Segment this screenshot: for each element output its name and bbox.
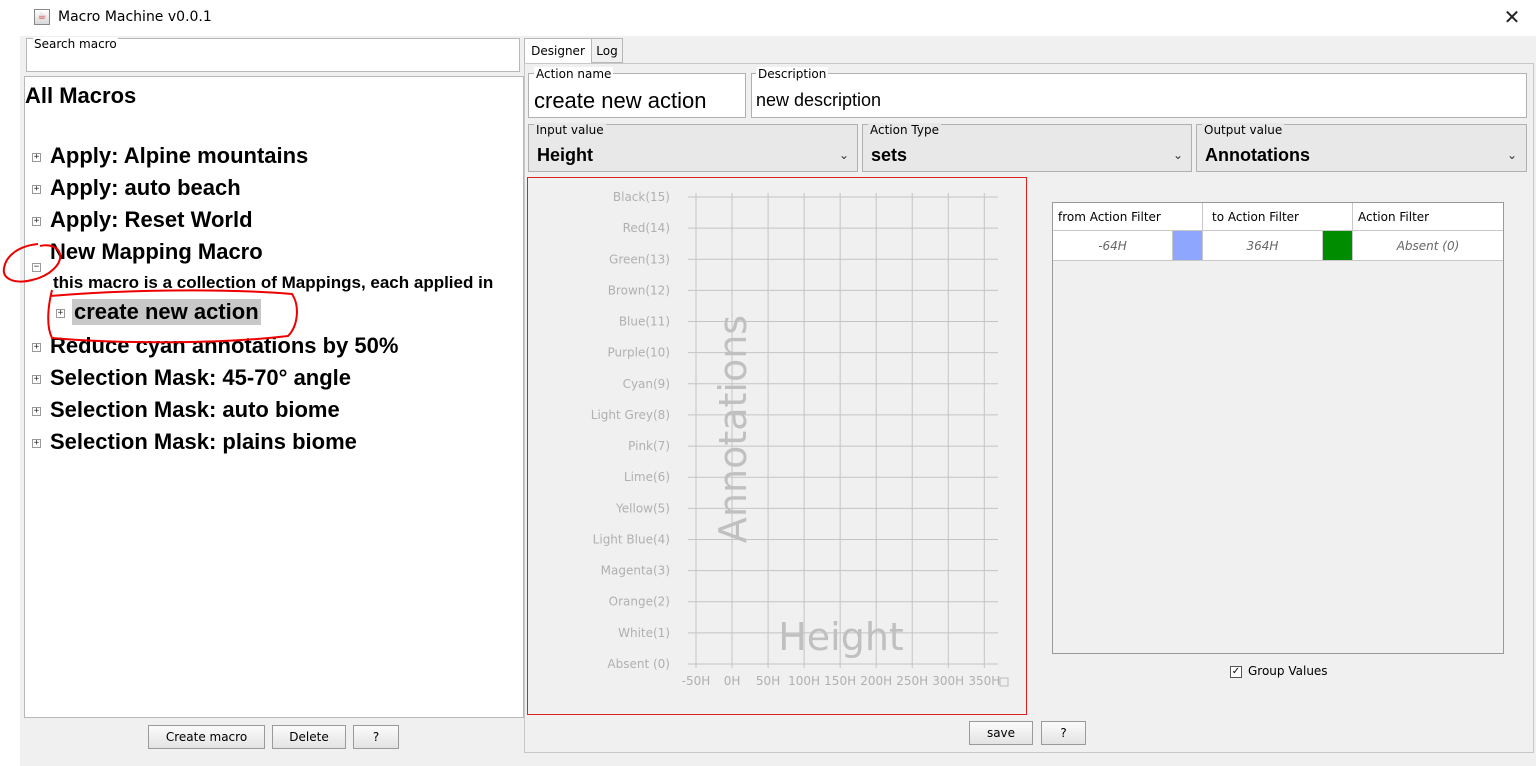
expand-plus-icon[interactable]: + — [32, 439, 41, 448]
y-tick-label: Brown(12) — [608, 283, 670, 297]
tree-item-label: New Mapping Macro — [50, 239, 263, 264]
to-color-swatch[interactable] — [1323, 231, 1353, 261]
tree-child-selected[interactable]: create new action — [72, 299, 261, 325]
action-name-label: Action name — [534, 67, 614, 81]
y-tick-label: Black(15) — [613, 190, 670, 204]
expand-plus-icon[interactable]: + — [32, 153, 41, 162]
y-tick-label: Yellow(5) — [615, 501, 670, 515]
column-header-from[interactable]: from Action Filter — [1053, 203, 1203, 231]
save-button[interactable]: save — [969, 721, 1033, 745]
y-tick-label: Blue(11) — [619, 315, 670, 329]
y-tick-label: Pink(7) — [628, 439, 670, 453]
tree-item-label: Apply: Alpine mountains — [50, 143, 309, 168]
chart-svg: Absent (0) White(1) Orange(2) Magenta(3) Lig… — [591, 190, 1009, 688]
resize-handle-icon — [999, 677, 1009, 687]
macro-description: this macro is a collection of Mappings, … — [53, 273, 494, 292]
y-tick-label: Red(14) — [623, 221, 670, 235]
expand-plus-icon[interactable]: + — [32, 343, 41, 352]
x-tick-label: 100H — [788, 674, 820, 688]
tree-item-label: Apply: Reset World — [50, 207, 253, 232]
y-tick-label: Orange(2) — [609, 595, 670, 609]
checkbox-checked-icon[interactable]: ✓ — [1230, 666, 1242, 678]
help-button[interactable]: ? — [353, 725, 399, 749]
output-value-selected: Annotations — [1205, 145, 1310, 165]
tree-item-expanded[interactable]: New Mapping Macro − this macro is a coll… — [25, 237, 523, 329]
designer-help-button[interactable]: ? — [1041, 721, 1086, 745]
tree-item-label: Reduce cyan annotations by 50% — [50, 333, 399, 358]
output-value-label: Output value — [1202, 123, 1285, 137]
column-header-to[interactable]: to Action Filter — [1203, 203, 1353, 231]
from-color-swatch[interactable] — [1173, 231, 1203, 261]
y-tick-label: Light Blue(4) — [593, 532, 670, 546]
java-app-icon: ☕ — [34, 9, 50, 25]
window-title: Macro Machine v0.0.1 — [58, 9, 212, 25]
x-tick-label: 250H — [896, 674, 928, 688]
cell-to-value[interactable]: 364H — [1203, 231, 1323, 261]
tree-item-label: Selection Mask: plains biome — [50, 429, 357, 454]
search-label: Search macro — [33, 37, 118, 51]
y-tick-label: Lime(6) — [624, 470, 670, 484]
close-icon[interactable]: ✕ — [1498, 4, 1526, 30]
expand-plus-icon[interactable]: + — [32, 375, 41, 384]
chevron-down-icon[interactable]: ⌄ — [839, 148, 849, 162]
y-tick-label: Green(13) — [609, 252, 670, 266]
y-tick-label: Light Grey(8) — [591, 408, 670, 422]
action-type-label: Action Type — [868, 123, 941, 137]
y-axis-label: Annotations — [711, 315, 755, 543]
chevron-down-icon[interactable]: ⌄ — [1173, 148, 1183, 162]
description-value[interactable]: new description — [756, 90, 881, 111]
x-tick-label: 350H — [968, 674, 1000, 688]
x-tick-label: -50H — [682, 674, 711, 688]
tab-designer[interactable]: Designer — [524, 38, 592, 63]
input-value-selected: Height — [537, 145, 593, 165]
delete-button[interactable]: Delete — [272, 725, 346, 749]
collapse-minus-icon[interactable]: − — [32, 263, 41, 272]
input-value-label: Input value — [534, 123, 606, 137]
x-tick-label: 300H — [932, 674, 964, 688]
macro-tree[interactable]: All Macros + Apply: Alpine mountains + A… — [24, 76, 524, 718]
x-axis-label: Height — [778, 615, 904, 659]
filter-table[interactable]: from Action Filter to Action Filter Acti… — [1052, 202, 1504, 654]
expand-plus-icon[interactable]: + — [56, 309, 65, 318]
tree-item-label: Selection Mask: auto biome — [50, 397, 340, 422]
title-bar — [20, 0, 1536, 36]
x-tick-label: 200H — [860, 674, 892, 688]
y-tick-label: Magenta(3) — [601, 564, 670, 578]
y-tick-label: White(1) — [618, 626, 670, 640]
x-tick-label: 150H — [824, 674, 856, 688]
cell-filter-value[interactable]: Absent (0) — [1353, 231, 1503, 261]
action-name-value[interactable]: create new action — [534, 88, 706, 114]
tree-item-label: Selection Mask: 45-70° angle — [50, 365, 352, 390]
x-tick-label: 50H — [756, 674, 780, 688]
mapping-chart[interactable]: Absent (0) White(1) Orange(2) Magenta(3) Lig… — [527, 177, 1027, 715]
expand-plus-icon[interactable]: + — [32, 185, 41, 194]
y-tick-label: Absent (0) — [607, 657, 670, 671]
create-macro-button[interactable]: Create macro — [148, 725, 265, 749]
expand-plus-icon[interactable]: + — [32, 407, 41, 416]
tab-bar: Designer Log — [524, 38, 1534, 64]
group-values-label: Group Values — [1248, 664, 1328, 678]
tree-root-label: All Macros — [25, 83, 137, 108]
cell-from-value[interactable]: -64H — [1053, 231, 1173, 261]
tree-item-label: Apply: auto beach — [50, 175, 241, 200]
description-label: Description — [756, 67, 829, 81]
tab-log[interactable]: Log — [591, 38, 623, 63]
action-type-selected: sets — [871, 145, 908, 165]
column-header-filter[interactable]: Action Filter — [1353, 203, 1503, 231]
y-tick-label: Cyan(9) — [623, 377, 670, 391]
x-tick-label: 0H — [724, 674, 741, 688]
chevron-down-icon[interactable]: ⌄ — [1507, 148, 1517, 162]
expand-plus-icon[interactable]: + — [32, 217, 41, 226]
y-tick-label: Purple(10) — [607, 346, 670, 360]
